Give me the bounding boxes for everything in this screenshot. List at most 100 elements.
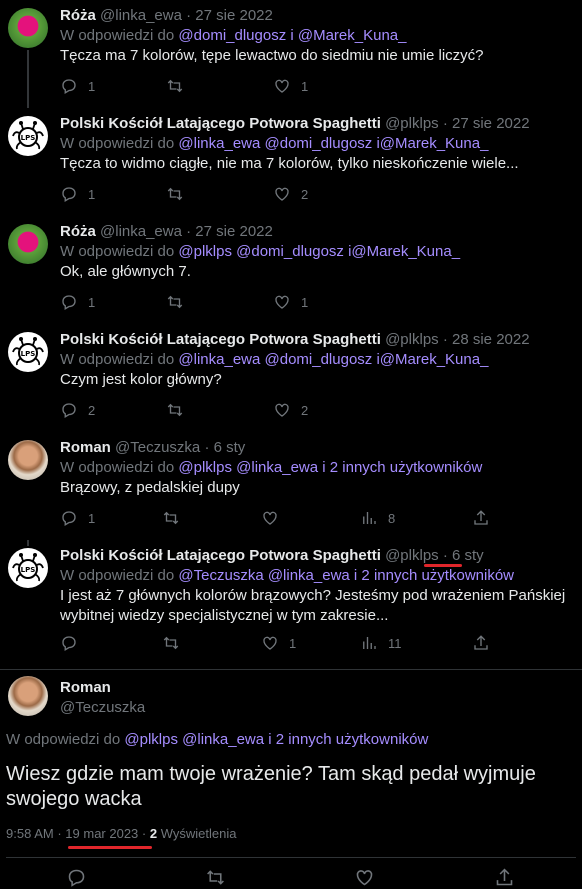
tweet-actions: 2 2	[60, 400, 574, 420]
like-button[interactable]	[354, 867, 375, 887]
share-button[interactable]	[494, 867, 515, 887]
retweet-icon	[163, 511, 179, 525]
author-handle[interactable]: @plklps	[385, 331, 439, 348]
main-tweet-actions	[0, 867, 582, 889]
avatar[interactable]	[8, 8, 48, 48]
author-handle[interactable]: @plklps	[385, 115, 439, 132]
author-handle[interactable]: @plklps	[385, 547, 439, 564]
svg-text:LPS: LPS	[21, 134, 36, 142]
like-button[interactable]: 1	[273, 76, 308, 96]
thread-line	[27, 50, 29, 108]
separator: ·	[57, 826, 62, 841]
avatar[interactable]: LPS	[8, 332, 48, 372]
retweet-button[interactable]	[162, 633, 180, 653]
share-icon	[474, 510, 488, 525]
like-count: 1	[289, 635, 297, 651]
tweet-date[interactable]: 19 mar 2023	[65, 826, 138, 841]
reply-mentions[interactable]: @plklps @linka_ewa i 2 innych użytkownik…	[178, 459, 482, 476]
like-button[interactable]	[261, 508, 279, 528]
retweet-button[interactable]	[162, 508, 180, 528]
tweet[interactable]: Róża @linka_ewa · 27 sie 2022 W odpowied…	[0, 216, 582, 324]
reply-count: 1	[88, 294, 96, 310]
reply-prefix: W odpowiedzi do	[6, 731, 121, 748]
reply-button[interactable]: 1	[60, 184, 95, 204]
retweet-button[interactable]	[166, 184, 184, 204]
reply-button[interactable]	[66, 867, 87, 887]
tweet-date[interactable]: 28 sie 2022	[452, 331, 530, 348]
avatar[interactable]	[8, 676, 48, 716]
heart-icon	[263, 511, 277, 525]
like-button[interactable]: 1	[273, 292, 308, 312]
tweet-date[interactable]: 27 sie 2022	[195, 223, 273, 240]
like-count: 2	[301, 186, 309, 202]
retweet-button[interactable]	[205, 867, 226, 887]
retweet-button[interactable]	[166, 292, 184, 312]
tweet-text: Tęcza ma 7 kolorów, tępe lewactwo do sie…	[60, 47, 484, 64]
author-handle[interactable]: @linka_ewa	[100, 7, 182, 24]
tweet-date[interactable]: 6 sty	[214, 439, 246, 456]
reply-mentions[interactable]: @Teczuszka @linka_ewa i 2 innych użytkow…	[178, 567, 514, 584]
reply-button[interactable]	[60, 633, 78, 653]
share-button[interactable]	[472, 633, 490, 653]
tweet-date[interactable]: 27 sie 2022	[195, 7, 273, 24]
reply-mentions[interactable]: @linka_ewa @domi_dlugosz i@Marek_Kuna_	[178, 351, 488, 368]
reply-mentions[interactable]: @plklps @linka_ewa i 2 innych użytkownik…	[124, 731, 428, 748]
tweet-date[interactable]: 27 sie 2022	[452, 115, 530, 132]
reply-prefix: W odpowiedzi do	[60, 243, 175, 260]
author-name[interactable]: Roman	[60, 439, 111, 456]
retweet-icon	[167, 403, 183, 417]
views-button[interactable]: 11	[360, 633, 402, 653]
reply-button[interactable]: 1	[60, 76, 95, 96]
tweet[interactable]: LPS Polski Kościół Latającego Potwora Sp…	[0, 108, 582, 216]
like-button[interactable]: 2	[273, 184, 308, 204]
tweet[interactable]: LPS Polski Kościół Latającego Potwora Sp…	[0, 324, 582, 432]
reply-mentions[interactable]: @domi_dlugosz i @Marek_Kuna_	[178, 27, 406, 44]
reply-icon	[62, 295, 76, 310]
author-name[interactable]: Róża	[60, 7, 96, 24]
retweet-button[interactable]	[166, 400, 184, 420]
separator: ·	[186, 7, 192, 24]
retweet-icon	[167, 187, 183, 201]
author-name[interactable]: Róża	[60, 223, 96, 240]
author-name[interactable]: Polski Kościół Latającego Potwora Spaghe…	[60, 331, 381, 348]
avatar[interactable]	[8, 224, 48, 264]
heart-icon	[263, 636, 277, 650]
views-button[interactable]: 8	[360, 508, 395, 528]
reply-mentions[interactable]: @linka_ewa @domi_dlugosz i@Marek_Kuna_	[178, 135, 488, 152]
author-handle[interactable]: @Teczuszka	[60, 698, 145, 718]
reply-button[interactable]: 1	[60, 508, 95, 528]
svg-text:LPS: LPS	[21, 350, 36, 358]
svg-text:LPS: LPS	[21, 566, 36, 574]
avatar[interactable]	[8, 440, 48, 480]
reply-button[interactable]: 2	[60, 400, 95, 420]
tweet[interactable]: Róża @linka_ewa · 27 sie 2022 W odpowied…	[0, 0, 582, 108]
author-handle[interactable]: @linka_ewa	[100, 223, 182, 240]
fsm-logo: LPS	[12, 337, 44, 366]
share-button[interactable]	[472, 508, 490, 528]
like-count: 1	[301, 78, 309, 94]
tweet[interactable]: LPS Polski Kościół Latającego Potwora Sp…	[0, 540, 582, 670]
tweet[interactable]: Roman @Teczuszka · 6 sty W odpowiedzi do…	[0, 432, 582, 540]
like-button[interactable]: 1	[261, 633, 296, 653]
views-count: 8	[388, 510, 396, 526]
reply-icon	[62, 403, 76, 418]
retweet-button[interactable]	[166, 76, 184, 96]
fsm-logo: LPS	[12, 121, 44, 150]
reply-button[interactable]: 1	[60, 292, 95, 312]
retweet-icon	[163, 636, 179, 650]
author-name[interactable]: Roman	[60, 678, 145, 698]
avatar[interactable]: LPS	[8, 116, 48, 156]
reply-prefix: W odpowiedzi do	[60, 567, 175, 584]
avatar[interactable]: LPS	[8, 548, 48, 588]
main-tweet: Roman @Teczuszka W odpowiedzi do @plklps…	[0, 670, 582, 887]
reply-mentions[interactable]: @plklps @domi_dlugosz i@Marek_Kuna_	[178, 243, 460, 260]
tweet-actions: 1 1	[60, 292, 574, 312]
views-icon	[363, 637, 376, 649]
author-name[interactable]: Polski Kościół Latającego Potwora Spaghe…	[60, 547, 381, 564]
author-handle[interactable]: @Teczuszka	[115, 439, 200, 456]
views-label: Wyświetlenia	[160, 826, 237, 841]
tweet-time[interactable]: 9:58 AM	[6, 826, 54, 841]
author-name[interactable]: Polski Kościół Latającego Potwora Spaghe…	[60, 115, 381, 132]
tweet-date[interactable]: 6 sty	[452, 547, 484, 564]
like-button[interactable]: 2	[273, 400, 308, 420]
